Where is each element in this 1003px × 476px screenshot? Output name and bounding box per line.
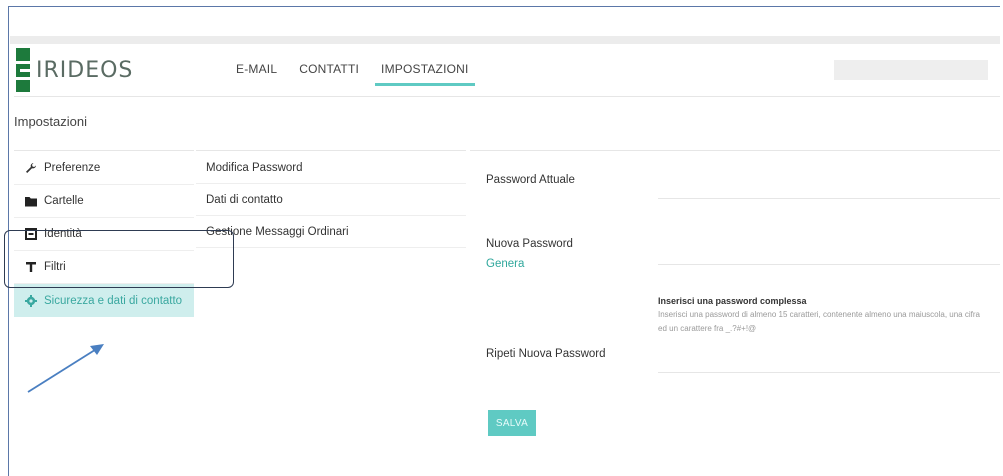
divider bbox=[196, 150, 466, 151]
new-password-label: Nuova Password bbox=[486, 238, 573, 250]
generate-link[interactable]: Genera bbox=[486, 258, 524, 270]
divider bbox=[470, 150, 1000, 151]
repeat-password-label: Ripeti Nuova Password bbox=[486, 348, 606, 360]
sidebar-item-label: Cartelle bbox=[44, 195, 84, 207]
page-title: Impostazioni bbox=[14, 114, 87, 129]
app-header: IRIDEOS E-MAIL CONTATTI IMPOSTAZIONI bbox=[14, 44, 1000, 97]
save-button[interactable]: SALVA bbox=[488, 410, 536, 436]
sidebar-item-cartelle[interactable]: Cartelle bbox=[14, 185, 194, 218]
sidebar-item-sicurezza[interactable]: Sicurezza e dati di contatto bbox=[14, 284, 194, 317]
current-password-field[interactable] bbox=[658, 198, 1000, 199]
new-password-field[interactable] bbox=[658, 264, 1000, 265]
folder-icon bbox=[24, 194, 38, 208]
current-password-label: Password Attuale bbox=[486, 174, 575, 186]
annotation-arrow-icon bbox=[27, 344, 104, 393]
settings-submenu: Modifica Password Dati di contatto Gesti… bbox=[196, 152, 466, 248]
repeat-password-field[interactable] bbox=[658, 372, 1000, 373]
divider bbox=[14, 150, 194, 151]
nav-contatti[interactable]: CONTATTI bbox=[299, 62, 359, 86]
nav-email[interactable]: E-MAIL bbox=[236, 62, 277, 86]
sidebar-item-label: Preferenze bbox=[44, 162, 101, 174]
logo[interactable]: IRIDEOS bbox=[16, 48, 132, 92]
gear-icon bbox=[24, 294, 38, 308]
submenu-item-gestione-messaggi[interactable]: Gestione Messaggi Ordinari bbox=[196, 216, 466, 248]
submenu-item-modifica-password[interactable]: Modifica Password bbox=[196, 152, 466, 184]
sidebar-item-label: Sicurezza e dati di contatto bbox=[44, 294, 183, 307]
wrench-icon bbox=[24, 161, 38, 175]
submenu-item-dati-contatto[interactable]: Dati di contatto bbox=[196, 184, 466, 216]
highlight-callout-box bbox=[4, 230, 234, 288]
logo-text: IRIDEOS bbox=[36, 57, 134, 83]
main-nav: E-MAIL CONTATTI IMPOSTAZIONI bbox=[236, 62, 475, 86]
top-strip bbox=[10, 36, 1000, 44]
logo-mark-icon bbox=[16, 48, 30, 92]
search-box[interactable] bbox=[834, 60, 988, 80]
sidebar-item-preferenze[interactable]: Preferenze bbox=[14, 152, 194, 185]
nav-impostazioni[interactable]: IMPOSTAZIONI bbox=[375, 62, 475, 86]
password-hint-body: Inserisci una password di almeno 15 cara… bbox=[658, 310, 980, 333]
password-hint-title: Inserisci una password complessa bbox=[658, 296, 807, 306]
